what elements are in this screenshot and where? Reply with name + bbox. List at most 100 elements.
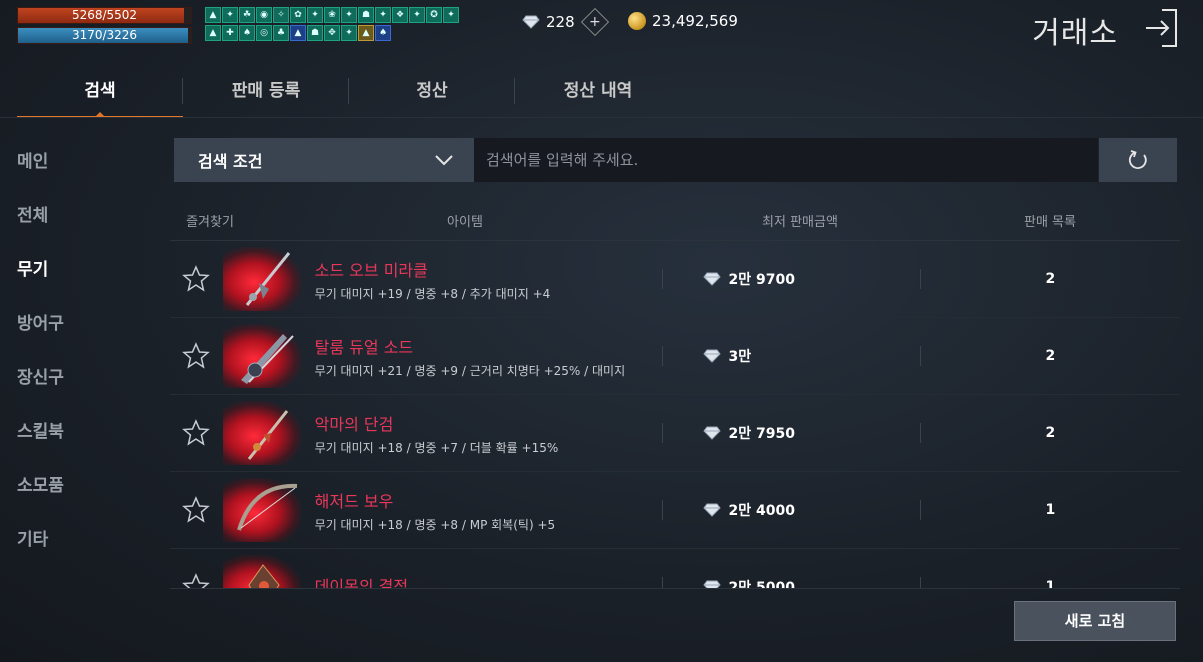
buff-icon[interactable]: ✥ <box>324 25 340 41</box>
hp-bar: 5268/5502 <box>17 7 192 24</box>
buff-icon[interactable]: ♣ <box>273 25 289 41</box>
sidebar-item-skillbook[interactable]: 스킬북 <box>17 410 137 464</box>
listing-count: 2 <box>1045 425 1056 441</box>
table-row[interactable]: 탈룸 듀얼 소드무기 대미지 +21 / 명중 +9 / 근거리 치명타 +25… <box>170 318 1180 395</box>
item-thumbnail <box>222 401 301 465</box>
table-row[interactable]: 악마의 단검 무기 대미지 +18 / 명중 +7 / 더블 확률 +15% 2만 … <box>170 395 1180 472</box>
item-name: 해저드 보우 <box>314 491 394 511</box>
sidebar-item-armor[interactable]: 방어구 <box>17 302 137 356</box>
mp-bar: 3170/3226 <box>17 27 192 44</box>
diamond-icon <box>702 426 721 440</box>
lowest-price: 3만 <box>663 346 920 366</box>
tab-sell-register[interactable]: 판매 등록 <box>183 72 349 116</box>
item-thumbnail <box>222 324 301 388</box>
buff-icon[interactable]: ☗ <box>358 7 374 23</box>
favorite-star-icon[interactable] <box>181 572 211 589</box>
buff-icon[interactable]: ✪ <box>426 7 442 23</box>
buff-icon[interactable]: ◉ <box>256 7 272 23</box>
diamond-icon <box>702 503 721 517</box>
item-thumbnail <box>222 247 301 311</box>
table-row[interactable]: 소드 오브 미라클무기 대미지 +19 / 명중 +8 / 추가 대미지 +4 2… <box>170 241 1180 318</box>
item-name: 데이몬의 결정 <box>314 577 409 589</box>
price-value: 2만 7950 <box>728 426 796 442</box>
gold-count: 23,492,569 <box>652 12 738 30</box>
table-row[interactable]: 해저드 보우 무기 대미지 +18 / 명중 +8 / MP 회복(틱) +5 2만… <box>170 472 1180 549</box>
listing-count: 2 <box>1045 271 1056 287</box>
diamond-icon <box>702 272 721 286</box>
buff-icon[interactable]: ✦ <box>443 7 459 23</box>
sidebar-item-accessory[interactable]: 장신구 <box>17 356 137 410</box>
item-name: 소드 오브 미라클 <box>314 260 428 280</box>
favorite-star-icon[interactable] <box>181 264 211 294</box>
item-stats: 무기 대미지 +18 / 명중 +8 / MP 회복(틱) +5 <box>314 517 556 532</box>
plus-icon: + <box>588 13 601 30</box>
diamond-icon <box>522 15 540 29</box>
item-stats: 무기 대미지 +18 / 명중 +7 / 더블 확률 +15% <box>314 440 559 455</box>
diamond-icon <box>702 349 721 363</box>
item-stats: 무기 대미지 +21 / 명중 +9 / 근거리 치명타 +25% / 대미지 <box>314 363 626 378</box>
sidebar-item-consumable[interactable]: 소모품 <box>17 464 137 518</box>
vitals: 5268/5502 3170/3226 <box>17 7 192 47</box>
item-info: 악마의 단검 무기 대미지 +18 / 명중 +7 / 더블 확률 +15% <box>315 411 662 456</box>
buff-icon[interactable]: ✦ <box>341 7 357 23</box>
page-title: 거래소 <box>1032 16 1118 51</box>
item-name: 탈룸 듀얼 소드 <box>314 337 414 357</box>
mp-text: 3170/3226 <box>71 28 138 42</box>
price-value: 2만 5000 <box>728 580 796 589</box>
item-info: 탈룸 듀얼 소드무기 대미지 +21 / 명중 +9 / 근거리 치명타 +25… <box>315 334 662 379</box>
price-value: 3만 <box>728 349 752 365</box>
favorite-star-icon[interactable] <box>181 341 211 371</box>
col-favorite: 즐겨찾기 <box>186 214 234 230</box>
buff-icon[interactable]: ▲ <box>290 25 306 41</box>
buff-icon[interactable]: ✦ <box>409 7 425 23</box>
buff-icon[interactable]: ♠ <box>239 25 255 41</box>
buff-icon[interactable]: ◎ <box>256 25 272 41</box>
buff-icon[interactable]: ✦ <box>341 25 357 41</box>
buff-icon[interactable]: ✦ <box>222 7 238 23</box>
listing-count: 2 <box>1045 348 1056 364</box>
item-stats: 무기 대미지 +19 / 명중 +8 / 추가 대미지 +4 <box>314 286 551 301</box>
tab-divider <box>0 117 1203 118</box>
sidebar-item-main[interactable]: 메인 <box>17 140 137 194</box>
buff-icon[interactable]: ✧ <box>273 7 289 23</box>
search-input[interactable] <box>474 138 1098 182</box>
chevron-down-icon <box>435 155 453 166</box>
add-diamond-button[interactable]: + <box>580 7 609 37</box>
favorite-star-icon[interactable] <box>181 418 211 448</box>
favorite-star-icon[interactable] <box>181 495 211 525</box>
col-lowest-price: 최저 판매금액 <box>762 214 838 230</box>
sidebar-item-weapon[interactable]: 무기 <box>17 248 137 302</box>
buff-icon[interactable]: ❀ <box>324 7 340 23</box>
buff-icon[interactable]: ✦ <box>375 7 391 23</box>
table-row[interactable]: 데이몬의 결정 2만 5000 1 <box>170 549 1180 589</box>
search-condition-dropdown[interactable]: 검색 조건 <box>174 138 474 182</box>
buff-icon[interactable]: ☗ <box>307 25 323 41</box>
refresh-icon <box>1128 150 1147 169</box>
tab-settlement-history[interactable]: 정산 내역 <box>515 72 681 116</box>
refresh-button[interactable]: 새로 고침 <box>1014 601 1176 641</box>
gold-currency: 23,492,569 <box>628 12 738 30</box>
buff-icon[interactable]: ❖ <box>392 7 408 23</box>
buff-bar: ▲ ✦ ☘ ◉ ✧ ✿ ✦ ❀ ✦ ☗ ✦ ❖ ✦ ✪ ✦ ▲ ✚ ♠ ◎ ♣ ▲ ☗ ✥ ✦ ▲ ♠ <box>205 7 459 43</box>
buff-icon[interactable]: ☘ <box>239 7 255 23</box>
reset-search-button[interactable] <box>1099 138 1177 182</box>
sidebar-item-all[interactable]: 전체 <box>17 194 137 248</box>
tab-settlement[interactable]: 정산 <box>349 72 515 116</box>
sidebar-item-etc[interactable]: 기타 <box>17 518 137 572</box>
col-listings: 판매 목록 <box>1024 214 1076 230</box>
buff-icon[interactable]: ✿ <box>290 7 306 23</box>
price-value: 2만 9700 <box>728 272 796 288</box>
tab-label: 정산 <box>416 81 448 101</box>
tab-search[interactable]: 검색 <box>17 72 183 118</box>
exit-icon[interactable] <box>1144 8 1178 48</box>
listing-count: 1 <box>1045 502 1056 518</box>
buff-icon[interactable]: ▲ <box>205 7 221 23</box>
item-list: 소드 오브 미라클무기 대미지 +19 / 명중 +8 / 추가 대미지 +4 2… <box>170 241 1180 589</box>
item-info: 데이몬의 결정 <box>314 573 662 589</box>
buff-icon[interactable]: ♠ <box>375 25 391 41</box>
buff-icon[interactable]: ✦ <box>307 7 323 23</box>
diamond-count: 228 <box>546 13 575 31</box>
buff-icon[interactable]: ▲ <box>358 25 374 41</box>
buff-icon[interactable]: ✚ <box>222 25 238 41</box>
buff-icon[interactable]: ▲ <box>205 25 221 41</box>
